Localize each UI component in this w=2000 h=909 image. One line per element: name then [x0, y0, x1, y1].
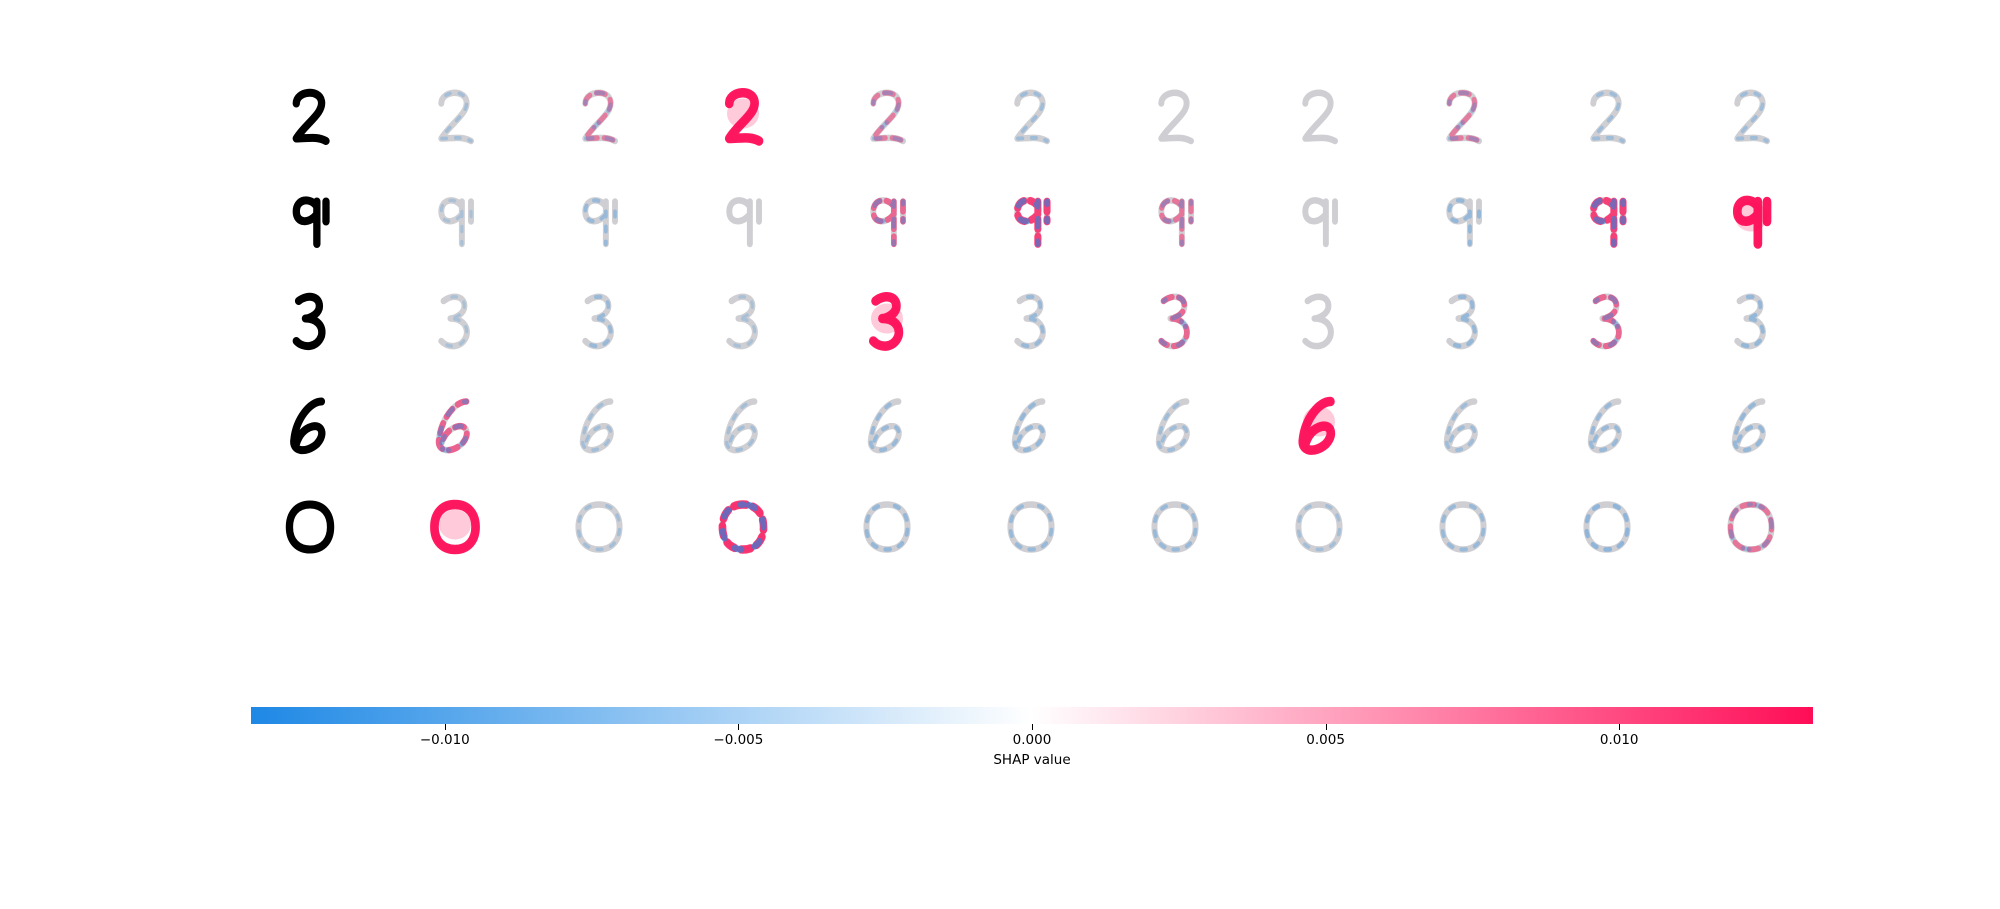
shap-map-cell	[1719, 389, 1783, 459]
shap-map-cell	[1431, 81, 1495, 151]
ghost-digit-stroke	[1590, 89, 1626, 145]
shap-map-cell	[567, 286, 631, 356]
shap-map-cell	[1287, 389, 1351, 459]
shap-positive-region	[1303, 406, 1335, 437]
colorbar-tick-label: −0.005	[713, 732, 764, 748]
shap-map-cell	[855, 492, 919, 562]
ghost-digit-stroke	[438, 89, 474, 145]
colorbar-tick-label: 0.000	[1012, 732, 1052, 748]
shap-map-cell	[1719, 492, 1783, 562]
shap-map-cell	[1575, 492, 1639, 562]
colorbar-tick-label: −0.010	[419, 732, 470, 748]
shap-map-cell	[567, 492, 631, 562]
shap-map-cell	[1143, 81, 1207, 151]
colorbar-label: SHAP value	[993, 752, 1071, 768]
colorbar-tick-mark	[1032, 724, 1033, 730]
shap-map-cell	[999, 184, 1063, 254]
shap-map-cell	[1287, 492, 1351, 562]
shap-map-cell	[1431, 492, 1495, 562]
colorbar-tick-label: 0.005	[1306, 732, 1345, 748]
colorbar-tick-mark	[444, 724, 446, 730]
input-digit-image	[278, 184, 342, 254]
shap-map-cell	[1287, 286, 1351, 356]
ghost-digit-stroke	[1302, 89, 1338, 145]
shap-map-cell	[423, 286, 487, 356]
shap-positive-region	[871, 303, 903, 334]
shap-map-cell	[567, 184, 631, 254]
ghost-digit-stroke	[1302, 293, 1334, 350]
shap-map-cell	[567, 81, 631, 151]
shap-map-cell	[1431, 184, 1495, 254]
shap-map-cell	[423, 389, 487, 459]
shap-map-cell	[1287, 81, 1351, 151]
shap-map-cell	[1143, 286, 1207, 356]
shap-map-cell	[423, 492, 487, 562]
input-digit-image	[278, 492, 342, 562]
shap-map-cell	[999, 81, 1063, 151]
ghost-digit-stroke	[1014, 89, 1050, 145]
shap-map-cell	[855, 81, 919, 151]
ghost-digit-stroke	[1302, 197, 1338, 248]
shap-map-cell	[1575, 389, 1639, 459]
colorbar-tick-label: 0.010	[1599, 732, 1639, 748]
shap-map-cell	[855, 286, 919, 356]
shap-map-cell	[999, 492, 1063, 562]
colorbar-tick-mark	[1325, 724, 1327, 730]
shap-map-cell	[1143, 492, 1207, 562]
shap-map-cell	[1431, 389, 1495, 459]
shap-map-cell	[1719, 286, 1783, 356]
input-digit-stroke	[285, 500, 335, 554]
shap-map-cell	[1575, 184, 1639, 254]
input-digit-image	[278, 389, 342, 459]
shap-map-cell	[855, 389, 919, 459]
shap-map-cell	[1575, 286, 1639, 356]
shap-map-cell	[423, 81, 487, 151]
ghost-digit-stroke	[1734, 89, 1770, 145]
input-digit-stroke	[292, 88, 330, 145]
shap-positive-region	[1735, 201, 1767, 232]
shap-image-figure: −0.010 −0.005 0.000 0.005 0.010 SHAP value	[0, 0, 2000, 909]
shap-map-cell	[1575, 81, 1639, 151]
shap-map-cell	[423, 184, 487, 254]
shap-map-cell	[711, 389, 775, 459]
input-digit-stroke	[292, 196, 330, 248]
shap-positive-region	[439, 509, 471, 540]
input-digit-stroke	[292, 292, 326, 351]
shap-map-cell	[999, 389, 1063, 459]
input-digit-image	[278, 81, 342, 151]
shap-map-cell	[1143, 184, 1207, 254]
shap-map-cell	[711, 81, 775, 151]
shap-map-cell	[711, 184, 775, 254]
shap-map-cell	[999, 286, 1063, 356]
ghost-digit-stroke	[1158, 89, 1194, 145]
shap-map-cell	[1719, 81, 1783, 151]
shap-map-cell	[1431, 286, 1495, 356]
shap-map-cell	[1143, 389, 1207, 459]
shap-map-cell	[855, 184, 919, 254]
shap-map-cell	[1287, 184, 1351, 254]
shap-map-cell	[567, 389, 631, 459]
shap-map-cell	[711, 286, 775, 356]
shap-map-cell	[711, 492, 775, 562]
colorbar-tick-mark	[1619, 724, 1621, 730]
ghost-digit-stroke	[726, 197, 762, 248]
input-digit-stroke	[290, 397, 326, 455]
colorbar-tick-mark	[738, 724, 740, 730]
shap-map-cell	[1719, 184, 1783, 254]
input-digit-image	[278, 286, 342, 356]
shap-colorbar	[251, 707, 1813, 724]
shap-positive-region	[727, 98, 759, 129]
